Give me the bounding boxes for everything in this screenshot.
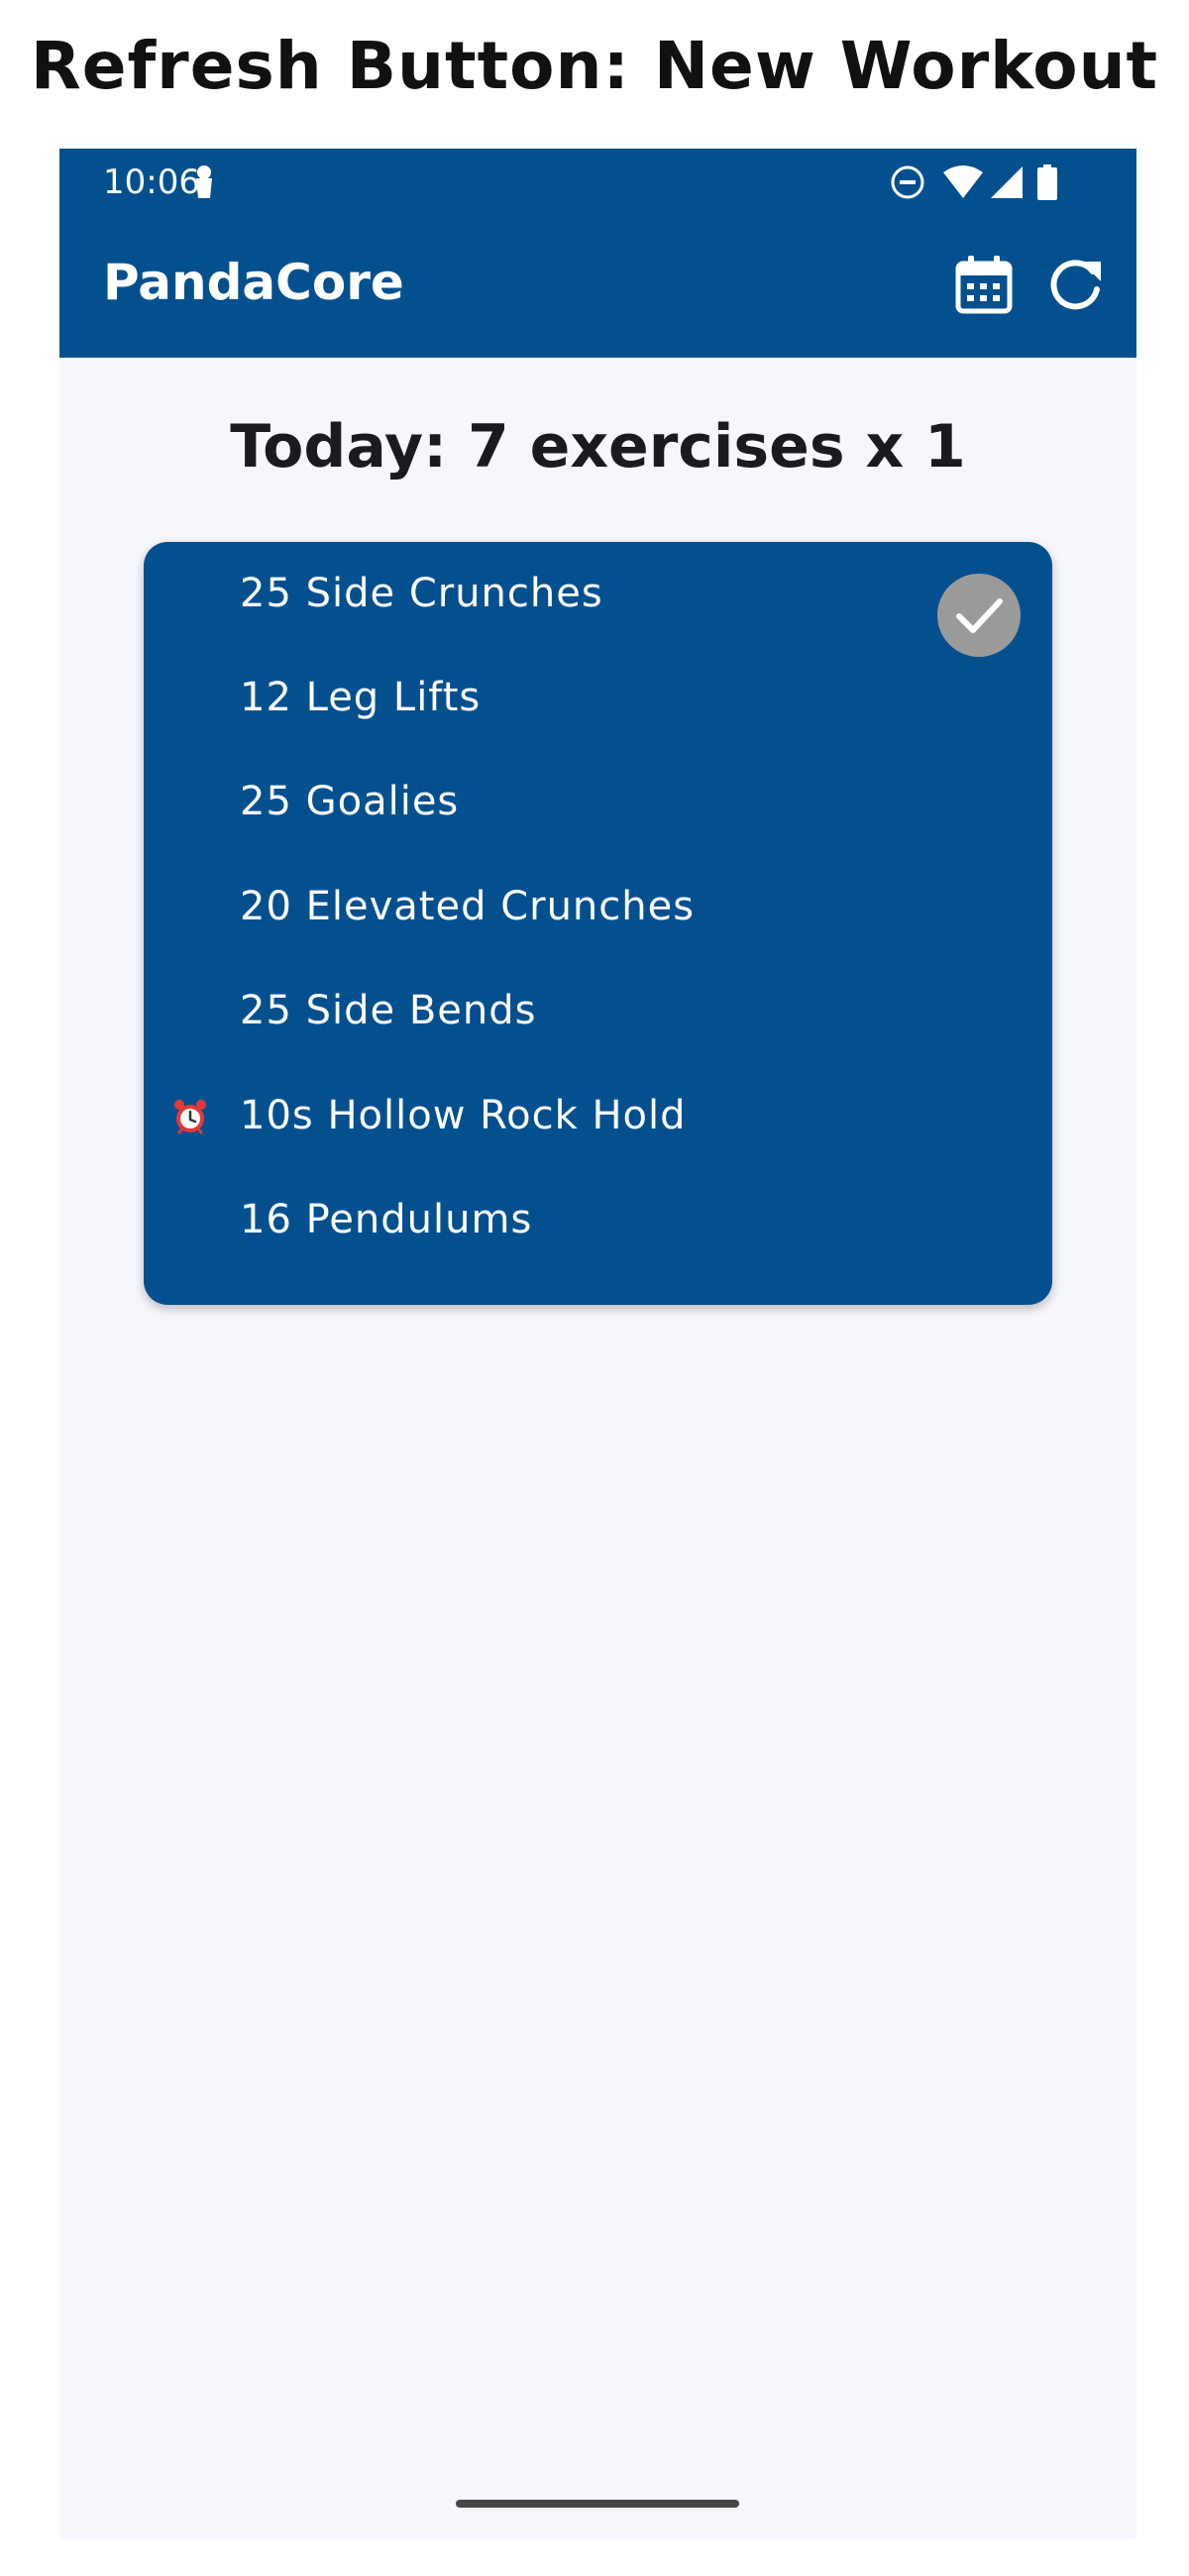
alarm-clock-icon — [174, 1100, 206, 1134]
app-bar: 10:06 PandaCore — [59, 149, 1136, 358]
caption-title: Refresh Button: New Workout — [30, 28, 1159, 104]
exercise-label: 16 Pendulums — [240, 1197, 533, 1242]
exercise-list-card: 25 Side Crunches 12 Leg Lifts 25 Goalies… — [144, 542, 1052, 1305]
status-time: 10:06 — [103, 162, 200, 202]
exercise-label: 20 Elevated Crunches — [240, 884, 696, 929]
completed-check-button[interactable] — [937, 574, 1021, 657]
battery-icon — [1037, 164, 1057, 200]
exercise-row[interactable]: 16 Pendulums — [144, 1168, 1052, 1272]
calendar-icon — [955, 256, 1013, 314]
workout-summary-heading: Today: 7 exercises x 1 — [230, 412, 966, 482]
exercise-row[interactable]: 25 Goalies — [144, 750, 1052, 854]
exercise-label: 25 Side Crunches — [240, 571, 603, 616]
signal-icon — [991, 166, 1023, 198]
exercise-label: 25 Side Bends — [240, 988, 537, 1033]
exercise-label: 12 Leg Lifts — [240, 675, 482, 720]
check-icon — [956, 598, 1003, 633]
phone-screen: 10:06 PandaCore Today: 7 exercises x 1 2… — [59, 149, 1136, 2539]
dnd-icon — [891, 165, 924, 199]
calendar-button[interactable] — [952, 254, 1016, 317]
home-indicator[interactable] — [456, 2500, 739, 2508]
app-title: PandaCore — [103, 254, 404, 311]
exercise-label: 25 Goalies — [240, 779, 460, 824]
refresh-button[interactable] — [1043, 254, 1107, 317]
exercise-row[interactable]: 10s Hollow Rock Hold — [144, 1064, 1052, 1168]
exercise-row[interactable]: 25 Side Bends — [144, 959, 1052, 1063]
exercise-row[interactable]: 25 Side Crunches — [144, 542, 1052, 657]
exercise-row[interactable]: 20 Elevated Crunches — [144, 855, 1052, 959]
exercise-row[interactable]: 12 Leg Lifts — [144, 646, 1052, 750]
exercise-label: 10s Hollow Rock Hold — [240, 1093, 687, 1138]
wifi-icon — [943, 165, 983, 198]
notification-icon — [196, 165, 212, 198]
refresh-icon — [1050, 260, 1101, 310]
